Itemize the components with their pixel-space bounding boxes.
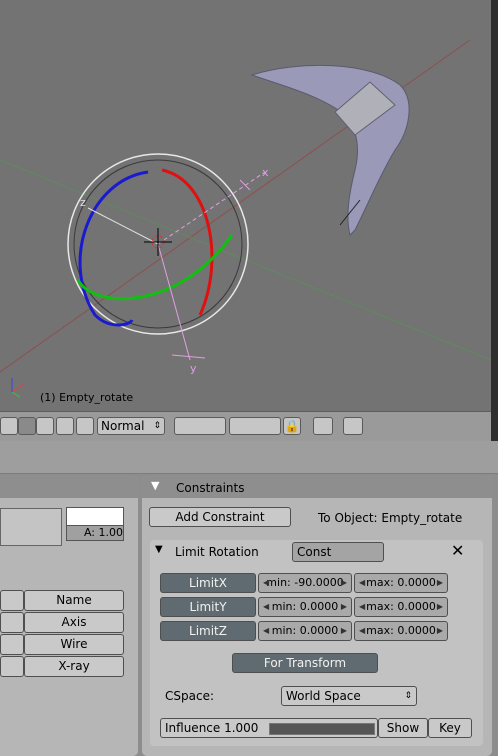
cspace-label: CSpace: bbox=[165, 689, 214, 703]
magnet-icon[interactable] bbox=[313, 417, 333, 435]
key-button[interactable]: Key bbox=[428, 718, 472, 738]
empty-z-axis bbox=[87, 207, 159, 245]
show-button[interactable]: Show bbox=[378, 718, 428, 738]
add-constraint-button[interactable]: Add Constraint bbox=[149, 507, 291, 527]
scale-triangle-icon[interactable] bbox=[36, 417, 54, 435]
window-border bbox=[491, 0, 498, 441]
limit-y-max-field[interactable]: ◀ max: 0.0000 ▶ bbox=[354, 597, 448, 617]
cut-button-3[interactable] bbox=[0, 634, 24, 655]
limit-rotation-collapse-icon[interactable]: ▼ bbox=[155, 544, 163, 555]
influence-fill bbox=[270, 724, 374, 734]
collapse-triangle-icon[interactable]: ▼ bbox=[151, 479, 159, 492]
layer-buttons-2[interactable] bbox=[229, 417, 281, 435]
to-object-label: To Object: Empty_rotate bbox=[318, 511, 463, 525]
buttons-header bbox=[0, 441, 498, 474]
draw-wire-button[interactable]: Wire bbox=[24, 634, 124, 655]
y-axis-line bbox=[0, 159, 491, 361]
y-axis-label: y bbox=[190, 362, 197, 375]
limit-x-max-field[interactable]: ◀ max: 0.0000 ▶ bbox=[354, 573, 448, 593]
draw-type-grid[interactable] bbox=[0, 508, 62, 546]
lock-icon[interactable]: 🔒 bbox=[283, 417, 301, 435]
select-arrows-icon: ⇕ bbox=[153, 421, 161, 431]
cut-button-2[interactable] bbox=[0, 612, 24, 633]
orientation-value: Normal bbox=[101, 419, 145, 433]
delete-constraint-icon[interactable]: ✕ bbox=[451, 541, 464, 560]
influence-track bbox=[269, 723, 375, 735]
influence-label: Influence 1.000 bbox=[165, 721, 259, 735]
increment-arrow-icon[interactable]: ▶ bbox=[341, 598, 347, 616]
empty-x-axis bbox=[157, 171, 266, 245]
3d-view-header: Normal ⇕ 🔒 bbox=[0, 411, 491, 441]
layer-buttons-1[interactable] bbox=[174, 417, 226, 435]
draw-axis-button[interactable]: Axis bbox=[24, 612, 124, 633]
z-axis-label: z bbox=[80, 196, 86, 209]
orientation-select[interactable]: Normal ⇕ bbox=[97, 417, 165, 435]
constraints-header[interactable]: ▼ Constraints bbox=[142, 476, 492, 498]
limit-rotation-box bbox=[150, 540, 483, 746]
mini-x-axis bbox=[11, 383, 25, 393]
limit-z-max-field[interactable]: ◀ max: 0.0000 ▶ bbox=[354, 621, 448, 641]
draw-name-button[interactable]: Name bbox=[24, 590, 124, 611]
constraint-name-field[interactable]: Const bbox=[292, 542, 384, 562]
constraints-title: Constraints bbox=[176, 481, 245, 495]
header-left-stub[interactable] bbox=[0, 417, 18, 435]
mini-y-axis bbox=[11, 391, 21, 398]
limit-x-min-field[interactable]: ◀ min: -90.0000 ▶ bbox=[258, 573, 352, 593]
cspace-select[interactable]: World Space ⇕ bbox=[281, 686, 417, 706]
decrement-arrow-icon[interactable]: ◀ bbox=[359, 622, 365, 640]
select-arrows-icon: ⇕ bbox=[404, 691, 412, 701]
limit-x-toggle[interactable]: LimitX bbox=[160, 573, 256, 593]
increment-arrow-icon[interactable]: ▶ bbox=[341, 574, 347, 592]
decrement-arrow-icon[interactable]: ◀ bbox=[263, 598, 269, 616]
viewport-scene: x y z bbox=[0, 39, 491, 398]
decrement-arrow-icon[interactable]: ◀ bbox=[359, 574, 365, 592]
draw-xray-button[interactable]: X-ray bbox=[24, 656, 124, 677]
limit-z-toggle[interactable]: LimitZ bbox=[160, 621, 256, 641]
x-axis-label: x bbox=[262, 166, 269, 179]
decrement-arrow-icon[interactable]: ◀ bbox=[263, 622, 269, 640]
hand-icon[interactable] bbox=[18, 417, 36, 435]
increment-arrow-icon[interactable]: ▶ bbox=[437, 622, 443, 640]
for-transform-toggle[interactable]: For Transform bbox=[232, 653, 378, 673]
left-cut-buttons bbox=[0, 590, 24, 677]
cut-button-4[interactable] bbox=[0, 656, 24, 677]
cspace-value: World Space bbox=[286, 689, 361, 703]
render-icon[interactable] bbox=[343, 417, 363, 435]
object-name-label: (1) Empty_rotate bbox=[40, 391, 134, 404]
rotate-ring-icon[interactable] bbox=[56, 417, 74, 435]
3d-viewport[interactable]: x y z (1) Empty_rotate bbox=[0, 0, 491, 411]
cut-button-1[interactable] bbox=[0, 590, 24, 611]
color-swatch[interactable] bbox=[66, 507, 124, 527]
increment-arrow-icon[interactable]: ▶ bbox=[437, 598, 443, 616]
increment-arrow-icon[interactable]: ▶ bbox=[437, 574, 443, 592]
draw-panel-header bbox=[0, 476, 138, 498]
decrement-arrow-icon[interactable]: ◀ bbox=[359, 598, 365, 616]
increment-arrow-icon[interactable]: ▶ bbox=[341, 622, 347, 640]
decrement-arrow-icon[interactable]: ◀ bbox=[263, 574, 269, 592]
empty-y-axis bbox=[157, 243, 191, 361]
limit-z-min-field[interactable]: ◀ min: 0.0000 ▶ bbox=[258, 621, 352, 641]
box-icon[interactable] bbox=[76, 417, 94, 435]
limit-y-toggle[interactable]: LimitY bbox=[160, 597, 256, 617]
alpha-field[interactable]: A: 1.00 bbox=[66, 525, 124, 541]
limit-y-min-field[interactable]: ◀ min: 0.0000 ▶ bbox=[258, 597, 352, 617]
surface-object[interactable] bbox=[250, 64, 410, 236]
limit-rotation-title: Limit Rotation bbox=[175, 545, 259, 559]
influence-slider[interactable]: Influence 1.000 bbox=[160, 718, 378, 738]
